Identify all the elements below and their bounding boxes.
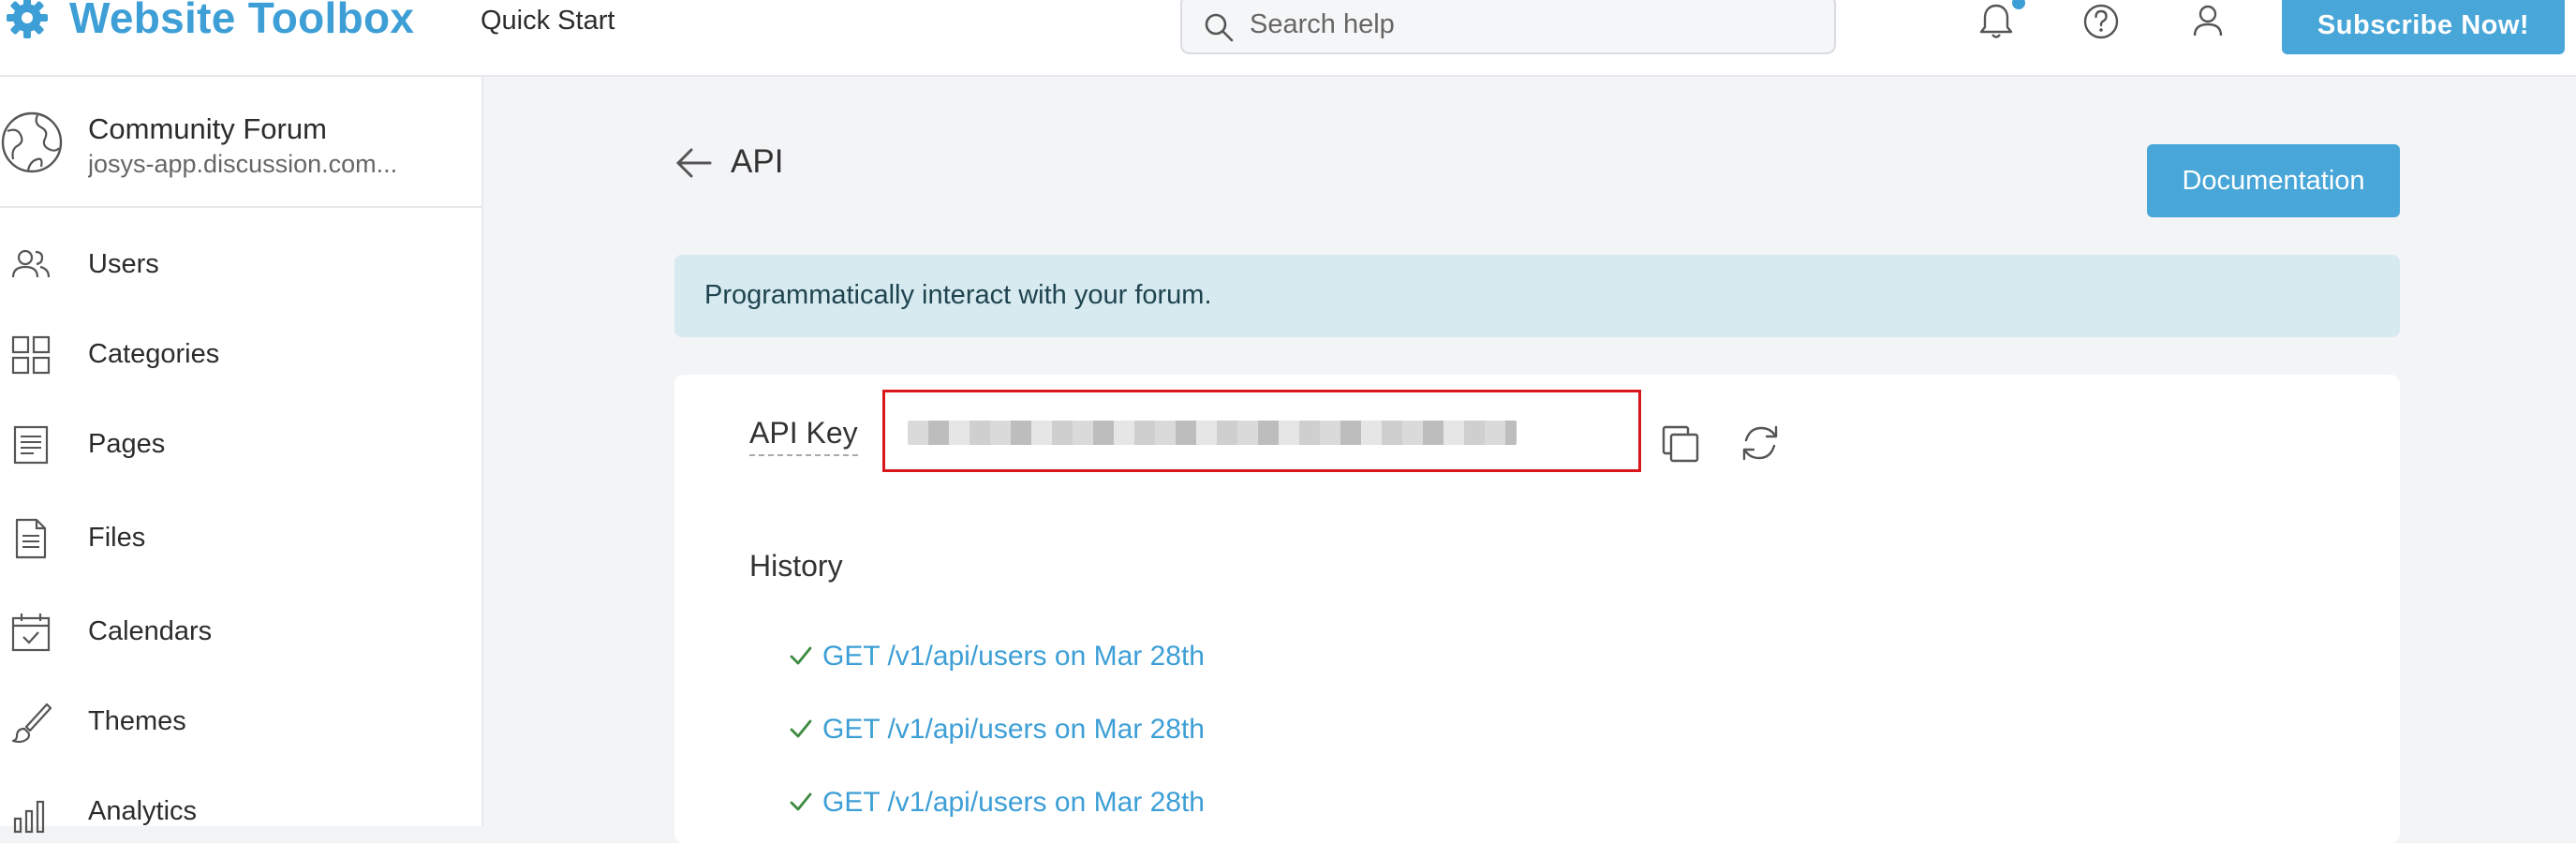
logo[interactable]: Website Toolbox — [4, 0, 414, 43]
subscribe-button[interactable]: Subscribe Now! — [2282, 0, 2565, 54]
site-switcher[interactable]: Community Forum josys-app.discussion.com… — [0, 77, 481, 208]
sidebar-item-label: Themes — [88, 706, 186, 736]
history-link[interactable]: GET /v1/api/users on Mar 28th — [822, 787, 1205, 819]
copy-icon[interactable] — [1660, 423, 1701, 465]
logo-text: Website Toolbox — [69, 0, 415, 42]
gear-icon — [7, 0, 48, 38]
calendar-icon — [11, 614, 51, 652]
sidebar-item-users[interactable]: Users — [0, 238, 481, 294]
sidebar-item-categories[interactable]: Categories — [0, 328, 481, 384]
top-bar: Website Toolbox Quick Start Subscribe No… — [0, 0, 2576, 77]
sidebar-item-label: Files — [88, 523, 146, 553]
user-icon[interactable] — [2186, 0, 2229, 43]
site-name: Community Forum — [88, 112, 327, 145]
history-item: GET /v1/api/users on Mar 28th — [789, 710, 1444, 751]
help-icon[interactable] — [2080, 0, 2123, 43]
sidebar-item-files[interactable]: Files — [0, 511, 481, 568]
brush-icon — [11, 702, 52, 744]
check-icon — [790, 792, 812, 811]
back-arrow-icon[interactable] — [674, 146, 714, 180]
sidebar-item-themes[interactable]: Themes — [0, 695, 481, 751]
history-title: History — [749, 549, 843, 583]
info-banner: Programmatically interact with your foru… — [674, 255, 2400, 337]
api-key-value: •••••••••••••••••••••••••••••• — [908, 421, 1517, 445]
search-icon — [1205, 13, 1234, 42]
files-icon — [15, 518, 47, 559]
bell-icon[interactable] — [1975, 0, 2018, 43]
globe-icon — [1, 111, 63, 173]
history-item: GET /v1/api/users on Mar 28th — [789, 637, 1444, 678]
sidebar-item-label: Users — [88, 249, 159, 279]
documentation-button[interactable]: Documentation — [2147, 144, 2400, 217]
site-url: josys-app.discussion.com... — [88, 150, 398, 178]
api-key-label: API Key — [749, 416, 858, 456]
analytics-icon — [13, 800, 45, 834]
api-key-field[interactable]: •••••••••••••••••••••••••••••• — [882, 390, 1641, 472]
sidebar-item-label: Analytics — [88, 796, 198, 826]
page-title: API — [731, 143, 784, 180]
history-link[interactable]: GET /v1/api/users on Mar 28th — [822, 714, 1205, 746]
check-icon — [790, 646, 812, 665]
sidebar-item-label: Calendars — [88, 616, 213, 646]
sidebar: Community Forum josys-app.discussion.com… — [0, 77, 483, 834]
users-icon — [11, 249, 51, 278]
quick-start-link[interactable]: Quick Start — [481, 6, 614, 37]
check-icon — [790, 719, 812, 738]
categories-icon — [11, 335, 51, 375]
refresh-icon[interactable] — [1739, 422, 1782, 465]
sidebar-item-analytics[interactable]: Analytics — [0, 785, 481, 841]
sidebar-item-pages[interactable]: Pages — [0, 418, 481, 474]
search-box[interactable] — [1180, 0, 1836, 54]
pages-icon — [13, 425, 49, 465]
history-link[interactable]: GET /v1/api/users on Mar 28th — [822, 641, 1205, 673]
sidebar-item-calendars[interactable]: Calendars — [0, 605, 481, 661]
info-banner-text: Programmatically interact with your foru… — [704, 280, 1212, 310]
sidebar-item-label: Pages — [88, 429, 166, 459]
notification-dot — [2012, 0, 2025, 9]
sidebar-item-label: Categories — [88, 339, 220, 369]
search-input[interactable] — [1250, 6, 1812, 43]
api-card: API Key •••••••••••••••••••••••••••••• H… — [674, 375, 2400, 843]
history-item: GET /v1/api/users on Mar 28th — [789, 783, 1444, 824]
